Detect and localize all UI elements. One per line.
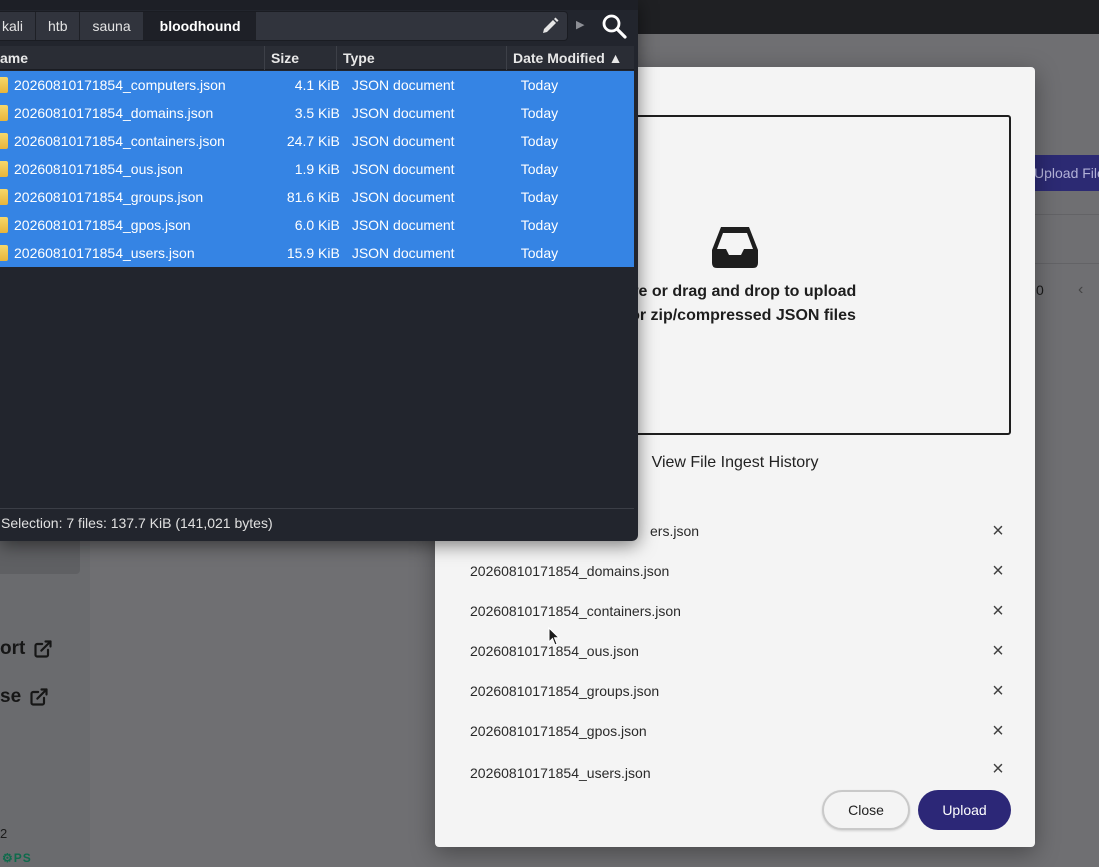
file-row[interactable]: 20260810171854_gpos.json 6.0 KiB JSON do…	[0, 211, 634, 239]
file-icon	[0, 133, 8, 149]
file-size: 3.5 KiB	[294, 105, 340, 121]
file-type: JSON document	[351, 161, 455, 177]
column-header-row: ame Size Type Date Modified ▲	[0, 46, 634, 70]
upload-files-button[interactable]: Upload Files	[1030, 155, 1099, 191]
file-name: 20260810171854_containers.json	[14, 133, 225, 149]
file-name: 20260810171854_ous.json	[14, 161, 183, 177]
file-type: JSON document	[351, 217, 455, 233]
breadcrumb-sauna[interactable]: sauna	[80, 12, 144, 40]
mouse-pointer-icon	[548, 627, 560, 646]
file-icon	[0, 217, 8, 233]
file-row[interactable]: 20260810171854_domains.json 3.5 KiB JSON…	[0, 99, 634, 127]
file-chooser-titlebar[interactable]	[0, 0, 638, 10]
file-size: 81.6 KiB	[286, 189, 340, 205]
gear-icon: ⚙	[2, 851, 14, 865]
upload-button[interactable]: Upload	[918, 790, 1011, 830]
file-date: Today	[520, 189, 559, 205]
license-link-label: se	[0, 686, 22, 707]
file-list: 20260810171854_computers.json 4.1 KiB JS…	[0, 71, 634, 507]
file-type: JSON document	[351, 105, 455, 121]
file-dropzone[interactable]	[585, 115, 1011, 435]
file-list-item: 20260810171854_groups.json ×	[470, 671, 1010, 711]
file-type: JSON document	[351, 133, 455, 149]
file-date: Today	[520, 133, 559, 149]
file-row[interactable]: 20260810171854_computers.json 4.1 KiB JS…	[0, 71, 634, 99]
remove-file-icon[interactable]: ×	[986, 719, 1010, 743]
file-list-item: 20260810171854_containers.json ×	[470, 591, 1010, 631]
breadcrumb-htb[interactable]: htb	[36, 12, 81, 40]
inbox-icon	[712, 227, 758, 268]
path-bar: kali htb sauna bloodhound	[0, 11, 568, 41]
remove-file-icon[interactable]: ×	[986, 519, 1010, 543]
remove-file-icon[interactable]: ×	[986, 757, 1010, 781]
close-button[interactable]: Close	[822, 790, 910, 830]
path-forward-arrow-icon[interactable]: ▶	[576, 18, 584, 31]
column-header-type[interactable]: Type	[337, 46, 507, 70]
file-name: 20260810171854_gpos.json	[14, 217, 191, 233]
license-link[interactable]: se	[0, 686, 49, 708]
file-icon	[0, 105, 8, 121]
file-list-item-name: ers.json	[650, 523, 700, 539]
pagination-prev-icon[interactable]: ‹	[1078, 281, 1083, 299]
breadcrumb-kali[interactable]: kali	[0, 12, 37, 40]
file-date: Today	[520, 105, 559, 121]
pagination-count: 0	[1036, 282, 1044, 298]
support-link-label: ort	[0, 638, 26, 659]
file-row[interactable]: 20260810171854_users.json 15.9 KiB JSON …	[0, 239, 634, 267]
external-link-icon	[30, 688, 48, 706]
file-list-item-name: 20260810171854_containers.json	[470, 603, 681, 619]
file-row[interactable]: 20260810171854_groups.json 81.6 KiB JSON…	[0, 183, 634, 211]
file-row[interactable]: 20260810171854_ous.json 1.9 KiB JSON doc…	[0, 155, 634, 183]
remove-file-icon[interactable]: ×	[986, 559, 1010, 583]
file-list-item-name: 20260810171854_users.json	[470, 765, 651, 781]
external-link-icon	[34, 640, 52, 658]
file-icon	[0, 77, 8, 93]
file-list-item-name: 20260810171854_groups.json	[470, 683, 660, 699]
file-size: 24.7 KiB	[286, 133, 340, 149]
file-size: 4.1 KiB	[294, 77, 340, 93]
file-list-item: 20260810171854_domains.json ×	[470, 551, 1010, 591]
remove-file-icon[interactable]: ×	[986, 599, 1010, 623]
column-header-size[interactable]: Size	[265, 46, 337, 70]
column-header-name[interactable]: ame	[0, 46, 265, 70]
file-name: 20260810171854_domains.json	[14, 105, 214, 121]
file-icon	[0, 161, 8, 177]
file-type: JSON document	[351, 77, 455, 93]
file-icon	[0, 189, 8, 205]
file-date: Today	[520, 161, 559, 177]
file-name: 20260810171854_computers.json	[14, 77, 226, 93]
file-chooser-dialog: kali htb sauna bloodhound ▶ ame Size Typ…	[0, 0, 638, 541]
file-type: JSON document	[351, 189, 455, 205]
file-date: Today	[520, 245, 559, 261]
file-date: Today	[520, 77, 559, 93]
remove-file-icon[interactable]: ×	[986, 639, 1010, 663]
selection-status: Selection: 7 files: 137.7 KiB (141,021 b…	[1, 515, 273, 531]
file-list-item-name: 20260810171854_gpos.json	[470, 723, 647, 739]
file-type: JSON document	[351, 245, 455, 261]
table-header-band	[1035, 214, 1099, 264]
file-size: 1.9 KiB	[294, 161, 340, 177]
file-list-item-name: 20260810171854_domains.json	[470, 563, 670, 579]
file-icon	[0, 245, 8, 261]
sidebar-selected-item[interactable]	[0, 536, 80, 574]
file-date: Today	[520, 217, 559, 233]
file-name: 20260810171854_users.json	[14, 245, 195, 261]
column-header-date-modified[interactable]: Date Modified ▲	[507, 46, 634, 70]
file-list-item: 20260810171854_gpos.json ×	[470, 711, 1010, 751]
brand-text: PS	[13, 851, 32, 865]
file-size: 6.0 KiB	[294, 217, 340, 233]
brand-logo: ⚙PS	[2, 851, 32, 865]
remove-file-icon[interactable]: ×	[986, 679, 1010, 703]
search-icon[interactable]	[601, 13, 627, 39]
file-name: 20260810171854_groups.json	[14, 189, 204, 205]
version-number: 2	[0, 826, 8, 841]
file-list-item: 20260810171854_users.json ×	[470, 751, 1010, 782]
list-divider	[0, 508, 634, 509]
pencil-icon[interactable]	[540, 16, 560, 36]
breadcrumb-bloodhound[interactable]: bloodhound	[143, 12, 256, 40]
file-row[interactable]: 20260810171854_containers.json 24.7 KiB …	[0, 127, 634, 155]
support-link[interactable]: ort	[0, 638, 53, 660]
file-size: 15.9 KiB	[286, 245, 340, 261]
